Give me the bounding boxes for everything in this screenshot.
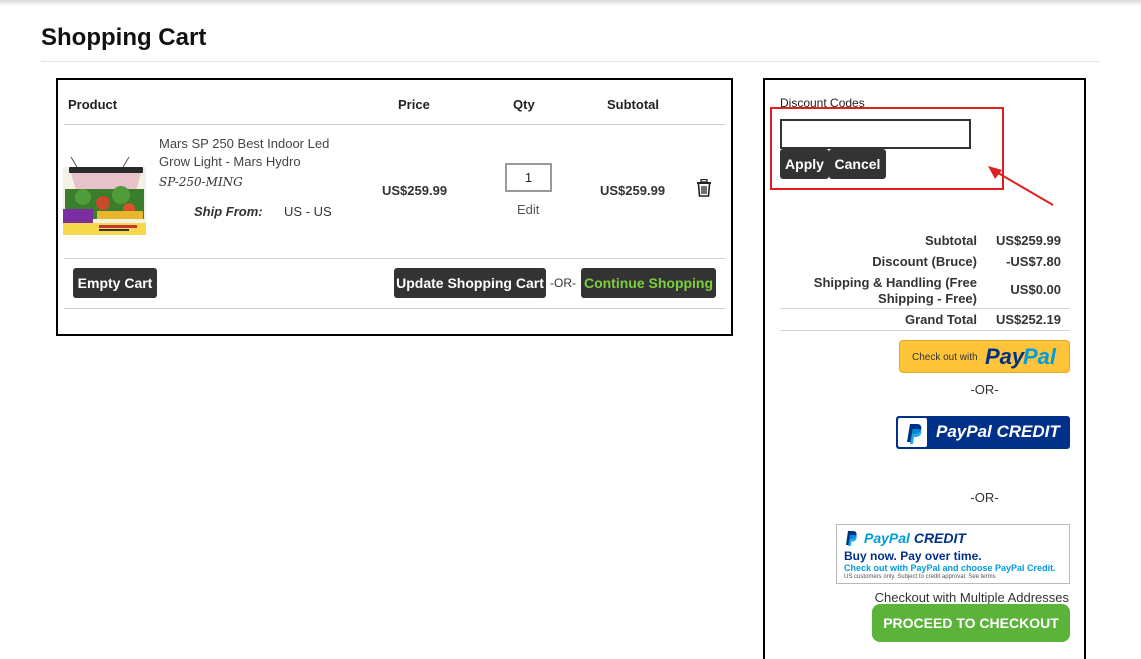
banner-line-1: Buy now. Pay over time. (844, 549, 982, 563)
grand-total-divider (780, 330, 1070, 331)
banner-line-3: US customers only. Subject to credit app… (844, 574, 996, 580)
multiple-addresses-link[interactable]: Checkout with Multiple Addresses (875, 590, 1069, 605)
product-name-link[interactable]: Mars SP 250 Best Indoor Led Grow Light -… (159, 135, 359, 171)
header-subtotal: Subtotal (607, 97, 659, 112)
top-shadow (0, 0, 1141, 6)
paypal-credit-banner[interactable]: PayPal CREDIT Buy now. Pay over time. Ch… (836, 524, 1070, 584)
totals-subtotal-value: US$259.99 (995, 233, 1061, 248)
totals-discount-label: Discount (Bruce) (872, 254, 977, 269)
totals-shipping-value: US$0.00 (1010, 282, 1061, 297)
or-separator-2: -OR- (970, 490, 999, 505)
continue-shopping-button[interactable]: Continue Shopping (581, 268, 716, 298)
banner-header-paypal: PayPal (864, 530, 910, 546)
ship-from-label: Ship From: (194, 204, 263, 219)
grand-total-value: US$252.19 (995, 312, 1061, 327)
product-thumbnail-icon (63, 153, 146, 235)
totals-subtotal-label: Subtotal (925, 233, 977, 248)
paypal-checkout-caption: Check out with (912, 352, 978, 363)
paypal-credit-button[interactable]: PayPal CREDIT (896, 416, 1070, 449)
row-divider (64, 258, 725, 259)
page-title: Shopping Cart (41, 24, 207, 51)
banner-line-2: Check out with PayPal and choose PayPal … (844, 563, 1056, 573)
header-product: Product (68, 97, 118, 112)
or-separator: -OR- (550, 276, 576, 290)
paypal-logo-pay: Pay (985, 344, 1025, 369)
item-subtotal: US$259.99 (600, 183, 666, 198)
totals-discount-value: -US$7.80 (1006, 254, 1061, 269)
footer-divider (64, 308, 725, 309)
quantity-input[interactable] (505, 163, 552, 192)
product-image[interactable] (63, 153, 146, 235)
or-separator-1: -OR- (970, 382, 999, 397)
order-summary: Discount Codes Apply Cancel Subtotal US$… (763, 78, 1086, 659)
totals-divider (780, 308, 1070, 309)
banner-header: PayPal CREDIT (864, 530, 966, 546)
header-price: Price (398, 97, 430, 112)
paypal-logo-pal: Pal (1023, 344, 1057, 369)
paypal-checkout-button[interactable]: Check out with Pay Pal (899, 340, 1070, 373)
cart-table: Product Price Qty Subtotal Mars SP 250 B… (56, 78, 733, 336)
empty-cart-button[interactable]: Empty Cart (73, 268, 157, 298)
proceed-to-checkout-button[interactable]: PROCEED TO CHECKOUT (872, 604, 1070, 642)
edit-link[interactable]: Edit (517, 202, 539, 217)
paypal-credit-label: PayPal CREDIT (936, 422, 1060, 441)
grand-total-label: Grand Total (905, 312, 977, 327)
highlight-annotation-box (770, 107, 1004, 190)
title-divider (41, 61, 1100, 62)
header-divider (64, 124, 725, 125)
item-price: US$259.99 (382, 183, 448, 198)
ship-from-value: US - US (284, 204, 332, 219)
paypal-p-icon (898, 418, 927, 447)
header-qty: Qty (513, 97, 535, 112)
totals-shipping-label: Shipping & Handling (Free Shipping - Fre… (813, 275, 977, 306)
product-sku: SP-250-MING (159, 175, 243, 189)
banner-header-credit: CREDIT (913, 530, 966, 546)
arrow-annotation-icon (988, 166, 1054, 206)
paypal-p-small-icon (846, 531, 857, 546)
update-cart-button[interactable]: Update Shopping Cart (394, 268, 546, 298)
trash-icon[interactable] (696, 178, 712, 197)
